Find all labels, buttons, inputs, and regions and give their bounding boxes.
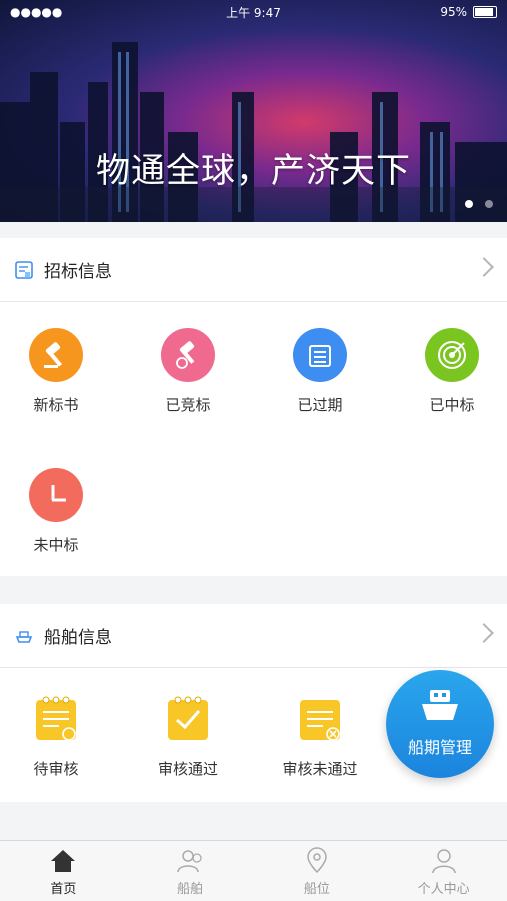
bottom-tab-bar: 首页 船舶 船位 个人中心 [0, 840, 507, 901]
battery-icon [473, 6, 497, 18]
tender-item-label: 未中标 [33, 536, 79, 554]
tender-item-expired[interactable]: 已过期 [265, 328, 375, 415]
ship-item-pending[interactable]: 待审核 [1, 694, 111, 779]
person-icon [431, 849, 456, 874]
tender-item-label: 新标书 [33, 396, 79, 414]
gavel-check-icon [161, 328, 215, 382]
location-pin-icon [307, 847, 327, 874]
ship-icon [422, 690, 458, 720]
carousel-dot-2[interactable] [485, 200, 493, 208]
tab-ships[interactable]: 船舶 [127, 841, 254, 901]
tab-profile[interactable]: 个人中心 [380, 841, 507, 901]
chevron-right-icon[interactable] [474, 257, 494, 277]
banner-slogan: 物通全球，产济天下 [96, 151, 411, 191]
tender-section-header[interactable]: 招标信息 [0, 238, 507, 302]
approved-doc-icon [168, 696, 208, 740]
tender-item-lost[interactable]: 未中标 [1, 468, 111, 555]
tab-ship-position[interactable]: 船位 [254, 841, 381, 901]
tender-item-new[interactable]: 新标书 [1, 328, 111, 415]
clock-icon [29, 468, 83, 522]
ship-item-rejected[interactable]: 审核未通过 [265, 694, 375, 779]
gavel-icon [29, 328, 83, 382]
ship-item-approved[interactable]: 审核通过 [133, 694, 243, 779]
schedule-manage-fab[interactable]: 船期管理 [386, 670, 494, 778]
users-icon [177, 850, 202, 873]
ship-section-header[interactable]: 船舶信息 [0, 604, 507, 668]
tab-label: 船舶 [177, 882, 204, 897]
carousel-indicator [465, 200, 493, 208]
tab-label: 个人中心 [417, 882, 470, 897]
tab-home[interactable]: 首页 [0, 841, 127, 901]
pending-doc-icon [36, 696, 76, 741]
tender-item-label: 已中标 [429, 396, 475, 414]
tender-item-label: 已竞标 [165, 396, 211, 414]
rejected-doc-icon [300, 700, 340, 741]
fab-label: 船期管理 [407, 738, 472, 757]
tender-section-title: 招标信息 [44, 262, 112, 282]
ship-icon [15, 630, 33, 643]
tab-label: 船位 [303, 882, 330, 897]
tender-section: 招标信息 新标书 已竞标 已过期 已中标 未中标 [0, 238, 507, 576]
tender-doc-icon [15, 260, 33, 279]
tab-label: 首页 [50, 882, 77, 897]
target-icon [425, 328, 479, 382]
calendar-icon [293, 328, 347, 382]
ship-section-title: 船舶信息 [44, 628, 112, 648]
status-time: 上午 9:47 [226, 5, 281, 20]
ship-item-label: 待审核 [33, 760, 79, 778]
status-bar: ●●●●● 上午 9:47 95% [0, 0, 507, 24]
tender-item-bidded[interactable]: 已竞标 [133, 328, 243, 415]
ship-item-label: 审核通过 [157, 760, 218, 778]
tender-item-won[interactable]: 已中标 [397, 328, 507, 415]
banner-caption-strip [0, 187, 507, 222]
tender-item-label: 已过期 [297, 396, 343, 414]
chevron-right-icon[interactable] [474, 623, 494, 643]
ship-item-label: 审核未通过 [282, 760, 358, 778]
banner-carousel[interactable]: ●●●●● 上午 9:47 95% 物通全球，产济天下 [0, 0, 507, 222]
home-icon [51, 850, 76, 872]
carousel-dot-1[interactable] [465, 200, 473, 208]
